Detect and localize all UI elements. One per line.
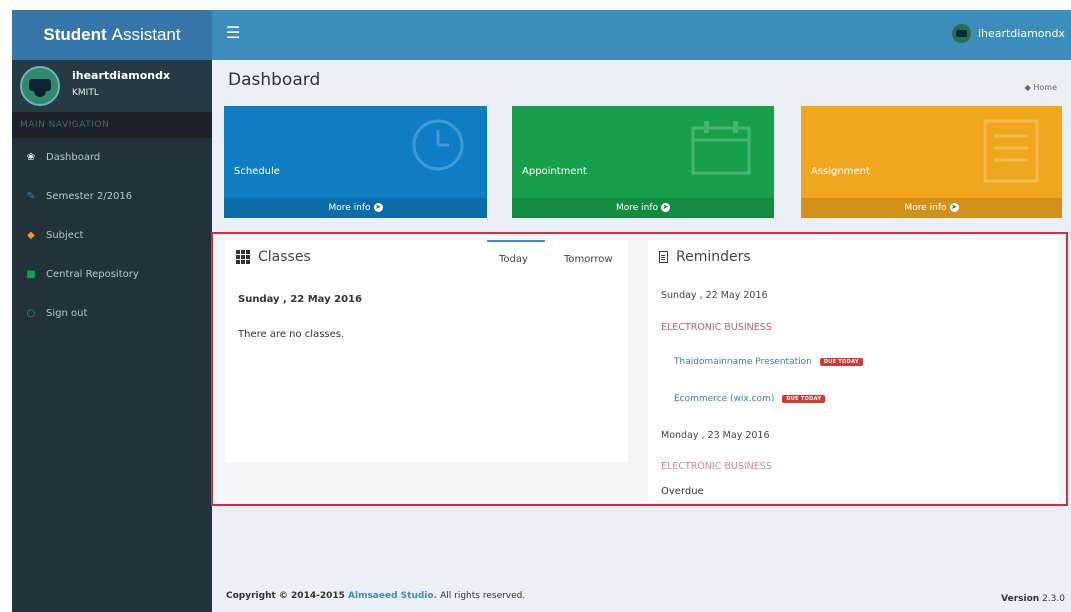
file-icon [659,251,668,263]
list-icon [983,119,1039,183]
reminders-header: Reminders [659,249,751,265]
sidebar: iheartdiamondx KMITL MAIN NAVIGATION ❀ D… [12,60,212,612]
sidebar-item-semester[interactable]: ✎ Semester 2/2016 [12,177,212,216]
reminder-date: Sunday , 22 May 2016 [661,290,768,301]
studio-link[interactable]: Almsaeed Studio. [348,591,437,601]
appointment-tile[interactable]: Appointment More info ➤ [512,106,774,218]
due-today-badge: DUE TODAY [819,358,863,366]
more-info-label: More info [328,203,371,213]
grid-icon [236,250,250,264]
database-icon: ■ [26,269,36,280]
tile-title: Schedule [234,166,280,177]
sidebar-menu: ❀ Dashboard ✎ Semester 2/2016 ◆ Subject … [12,138,212,333]
reminder-subject: ELECTRONIC BUSINESS [661,461,772,472]
reminders-panel: Reminders Sunday , 22 May 2016 ELECTRONI… [648,240,1058,502]
classes-panel: Classes Today Tomorrow Sunday , 22 May 2… [225,240,628,462]
sidebar-item-dashboard[interactable]: ❀ Dashboard [12,138,212,177]
sidebar-item-label: Subject [46,230,84,241]
tab-today[interactable]: Today [499,254,528,265]
footer-version: Version 2.3.0 [1001,594,1065,604]
footer-copyright: Copyright © 2014-2015 Almsaeed Studio. A… [226,591,525,601]
active-tab-indicator [487,240,545,242]
dashboard-icon: ❀ [26,152,36,163]
tile-title: Appointment [522,166,587,177]
calendar-icon [691,121,751,175]
reminder-item-label: Ecommerce (wix.com) [674,394,775,404]
circle-icon: ○ [26,308,36,319]
version-number: 2.3.0 [1042,594,1065,604]
classes-title: Classes [258,249,311,265]
pencil-icon: ✎ [26,191,36,202]
reminder-item-label: Thaidomainname Presentation [674,357,812,367]
app-logo[interactable]: Student Assistant [12,10,212,60]
user-menu[interactable]: iheartdiamondx [951,24,1065,43]
version-label: Version [1001,594,1040,604]
more-info-label: More info [904,203,947,213]
more-info-label: More info [615,203,659,213]
assignment-tile[interactable]: Assignment More info ➤ [801,106,1062,218]
reminder-overdue: Overdue [661,486,704,497]
reminder-date: Monday , 23 May 2016 [661,430,770,441]
user-panel: iheartdiamondx KMITL [12,60,212,112]
reminder-item[interactable]: Thaidomainname Presentation DUE TODAY [674,357,863,367]
user-avatar-icon [951,24,971,43]
more-info-link[interactable]: More info ➤ [512,198,774,218]
sidebar-avatar-icon [20,66,60,106]
arrow-circle-right-icon: ➤ [949,203,959,212]
sidebar-item-label: Dashboard [46,152,101,163]
sidebar-item-subject[interactable]: ◆ Subject [12,216,212,255]
tile-title: Assignment [811,166,870,177]
logo-text: Assistant [111,25,181,44]
header-username: iheartdiamondx [977,27,1065,40]
reminder-subject: ELECTRONIC BUSINESS [661,322,772,333]
clock-icon [412,119,464,171]
reminder-item[interactable]: Ecommerce (wix.com) DUE TODAY [674,394,826,404]
more-info-link[interactable]: More info ➤ [801,198,1062,218]
classes-header: Classes [236,249,311,265]
top-navbar: ☰ iheartdiamondx [212,10,1071,60]
sidebar-item-label: Central Repository [46,269,139,280]
breadcrumb[interactable]: ◆ Home [1025,83,1057,92]
page-title: Dashboard [228,70,321,90]
sidebar-item-central-repository[interactable]: ■ Central Repository [12,255,212,294]
rights-text: All rights reserved. [440,591,526,601]
graduation-cap-icon: ◆ [27,230,35,241]
copyright-text: Copyright © 2014-2015 [226,591,345,601]
schedule-tile[interactable]: Schedule More info ➤ [224,106,487,218]
breadcrumb-home: Home [1033,83,1057,92]
logo-bold-text: Student [43,25,107,44]
content-area: Dashboard ◆ Home Schedule More info ➤ App… [211,60,1071,612]
due-today-badge: DUE TODAY [782,395,826,403]
arrow-circle-right-icon: ➤ [373,203,383,212]
sidebar-item-label: Sign out [46,308,88,319]
sidebar-item-label: Semester 2/2016 [46,191,133,202]
sidebar-user-org: KMITL [72,88,99,98]
menu-toggle-icon[interactable]: ☰ [226,23,240,42]
more-info-link[interactable]: More info ➤ [224,198,487,218]
classes-date: Sunday , 22 May 2016 [238,294,362,305]
tab-tomorrow[interactable]: Tomorrow [564,254,613,265]
sidebar-username: iheartdiamondx [72,69,171,82]
arrow-circle-right-icon: ➤ [661,203,671,212]
sidebar-section-label: MAIN NAVIGATION [12,112,212,138]
classes-message: There are no classes. [238,329,345,340]
sidebar-item-sign-out[interactable]: ○ Sign out [12,294,212,333]
reminders-title: Reminders [676,249,751,265]
